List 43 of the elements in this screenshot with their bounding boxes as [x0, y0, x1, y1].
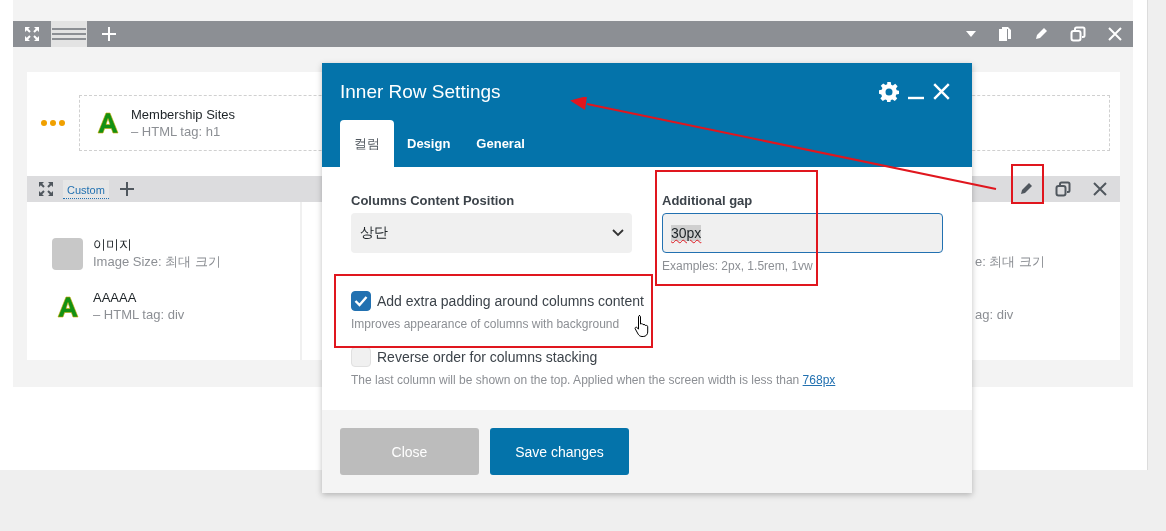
element-subtitle: ag: div	[975, 307, 1014, 323]
element-title: Membership Sites	[131, 106, 236, 123]
layout-link[interactable]: Custom	[63, 179, 109, 199]
tab[interactable]: Design	[394, 120, 464, 167]
highlight-box	[1011, 164, 1044, 204]
tab[interactable]: General	[463, 120, 538, 167]
save-button[interactable]: Save changes	[490, 428, 629, 475]
field-label: Additional gap	[662, 193, 754, 210]
element-subtitle: Image Size: 최대 크기	[93, 254, 221, 270]
pencil-icon[interactable]	[1019, 182, 1033, 196]
dialog-title: Inner Row Settings	[340, 80, 501, 103]
element-subtitle: e: 최대 크기	[975, 254, 1046, 270]
element-subtitle: – HTML tag: h1	[131, 123, 222, 140]
letter-a-icon	[56, 295, 79, 318]
field-hint: Examples: 2px, 1.5rem, 1vw	[662, 259, 814, 273]
copy-icon[interactable]	[998, 26, 1012, 42]
duplicate-icon[interactable]	[1070, 26, 1086, 42]
gap-input-field[interactable]: 30px	[662, 213, 943, 253]
menu-icon	[52, 27, 86, 41]
option-description: Improves appearance of columns with background	[351, 317, 620, 331]
breakpoint-link[interactable]: 768px	[802, 373, 836, 387]
close-icon[interactable]	[1093, 182, 1107, 196]
duplicate-icon[interactable]	[1055, 181, 1071, 197]
hand-cursor-icon	[634, 314, 650, 338]
settings-icon[interactable]	[879, 81, 899, 102]
expand-icon[interactable]	[38, 181, 54, 197]
checkbox-label: Add extra padding around columns content	[377, 293, 644, 309]
drag-handle[interactable]	[51, 21, 87, 47]
image-thumbnail	[52, 237, 83, 270]
option-description: The last column will be shown on the top. Applied when the screen width is less than 768px	[351, 373, 836, 387]
chevron-down-icon	[612, 229, 624, 237]
element-subtitle: – HTML tag: div	[93, 307, 185, 323]
element-title: 이미지	[93, 237, 133, 253]
letter-a-icon	[97, 112, 119, 134]
checkbox[interactable]	[351, 291, 371, 311]
caret-icon[interactable]	[966, 31, 976, 37]
element-title: AAAAA	[93, 290, 138, 306]
tab[interactable]: 컬럼	[340, 120, 394, 167]
checkbox-label: Reverse order for columns stacking	[377, 349, 598, 365]
plus-icon[interactable]	[118, 181, 135, 197]
field-label: Columns Content Position	[351, 193, 516, 210]
pencil-icon[interactable]	[1034, 27, 1048, 41]
position-select[interactable]: 상단	[351, 213, 632, 253]
